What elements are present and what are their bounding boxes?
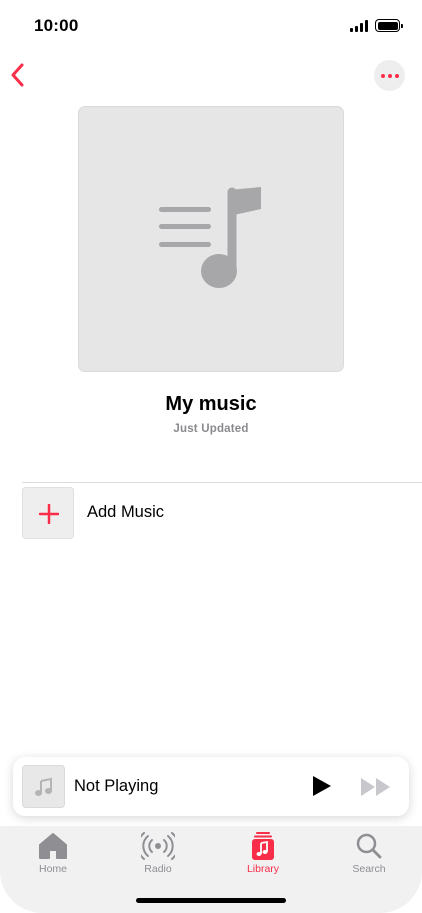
tab-library-label: Library bbox=[246, 863, 280, 875]
tab-radio-label: Radio bbox=[144, 863, 172, 875]
home-indicator bbox=[136, 898, 286, 903]
home-icon bbox=[39, 833, 67, 859]
playlist-music-icon bbox=[159, 187, 261, 288]
add-music-tile bbox=[22, 487, 74, 539]
playlist-artwork bbox=[78, 106, 344, 372]
music-note-icon bbox=[35, 777, 52, 796]
fast-forward-button[interactable] bbox=[359, 776, 393, 798]
playlist-subtitle: Just Updated bbox=[173, 423, 249, 435]
tab-search-label: Search bbox=[352, 863, 386, 875]
library-icon bbox=[252, 832, 274, 860]
add-music-row[interactable]: Add Music bbox=[22, 487, 422, 539]
add-music-label: Add Music bbox=[87, 503, 165, 521]
mini-player[interactable]: Not Playing bbox=[13, 757, 409, 816]
play-icon bbox=[313, 776, 331, 796]
playlist-title: My music bbox=[165, 393, 257, 415]
tab-library[interactable]: Library bbox=[223, 830, 303, 882]
radio-icon bbox=[141, 832, 175, 860]
battery-icon bbox=[375, 19, 403, 32]
more-options-button[interactable] bbox=[374, 60, 405, 91]
play-button[interactable] bbox=[309, 774, 333, 798]
cellular-signal-icon bbox=[350, 20, 370, 32]
tab-home-label: Home bbox=[38, 863, 67, 875]
back-button[interactable] bbox=[6, 60, 30, 90]
search-icon bbox=[356, 833, 382, 859]
now-playing-label: Not Playing bbox=[74, 777, 159, 795]
plus-icon bbox=[39, 504, 59, 524]
status-time: 10:00 bbox=[34, 16, 79, 35]
mini-player-artwork bbox=[22, 765, 65, 808]
fast-forward-icon bbox=[361, 778, 390, 796]
divider bbox=[22, 482, 422, 483]
status-bar: 10:00 bbox=[0, 0, 422, 52]
tab-home[interactable]: Home bbox=[13, 830, 93, 882]
tab-search[interactable]: Search bbox=[329, 830, 409, 882]
tab-radio[interactable]: Radio bbox=[118, 830, 198, 882]
